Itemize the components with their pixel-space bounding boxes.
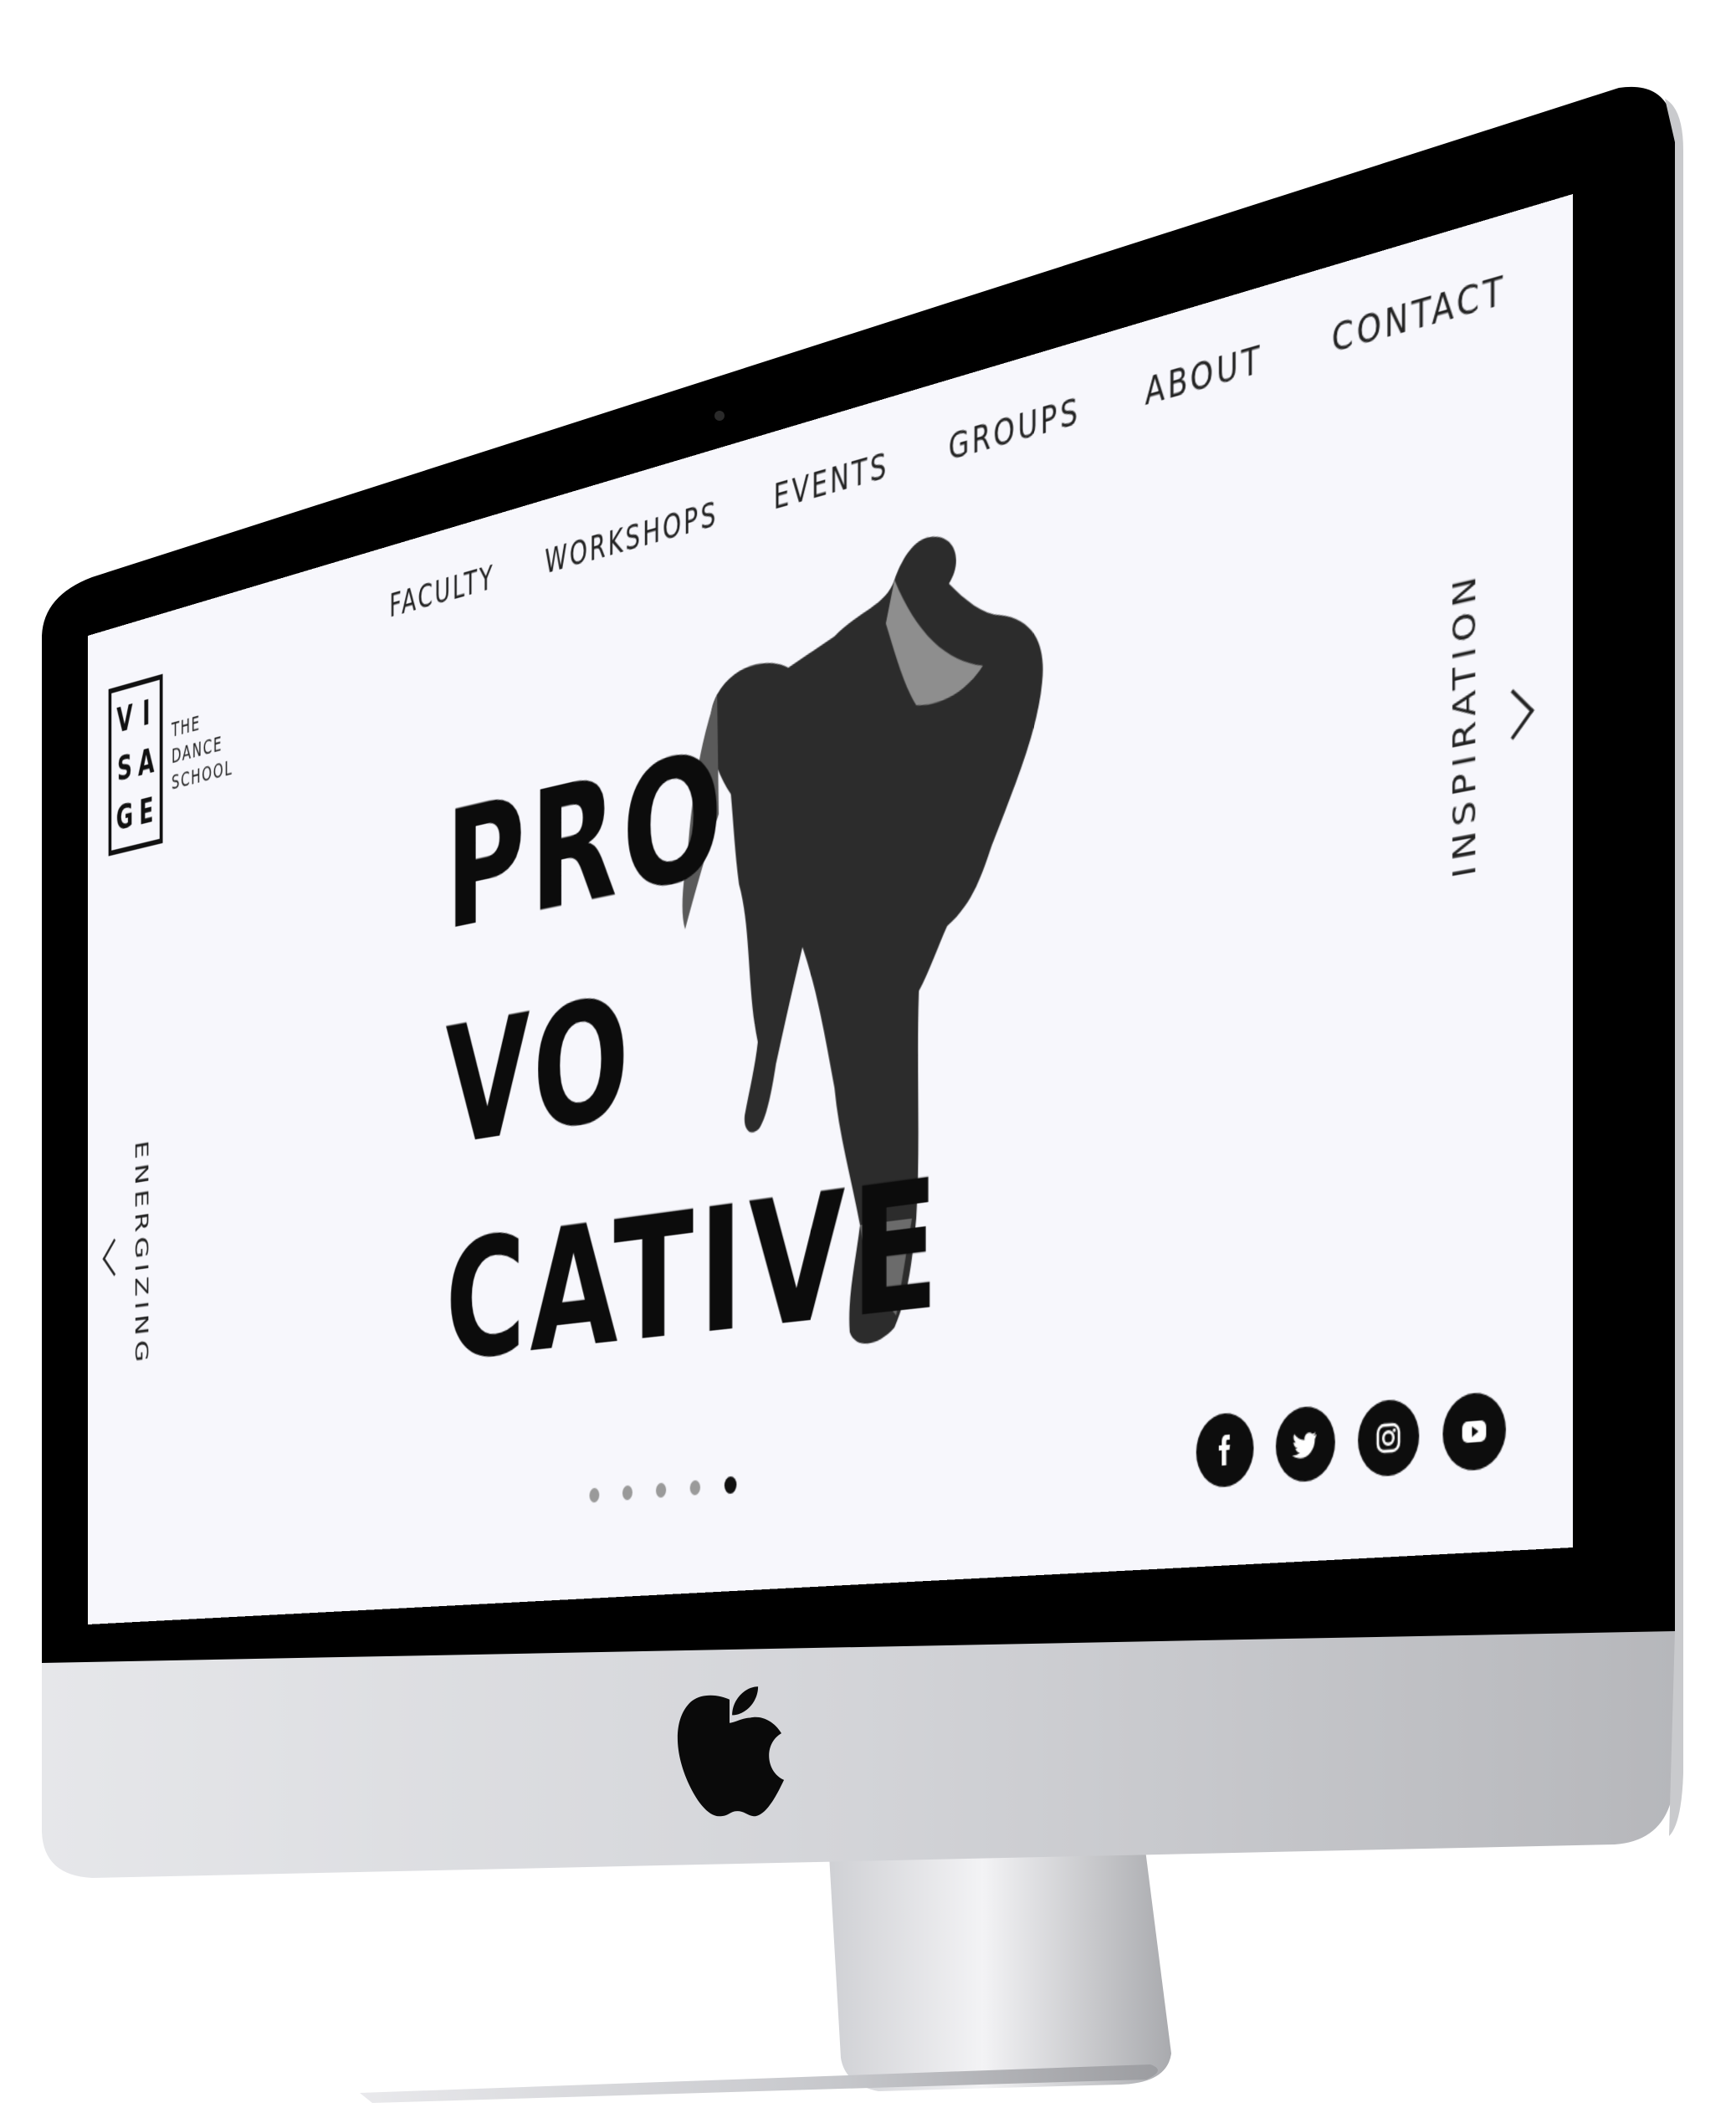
nav-item-groups[interactable]: GROUPS	[949, 390, 1081, 470]
nav-item-events[interactable]: EVENTS	[774, 445, 889, 519]
logo-letter: E	[139, 790, 154, 834]
slider-dot[interactable]	[655, 1482, 667, 1498]
slider-dot[interactable]	[589, 1487, 600, 1503]
nav-item-faculty[interactable]: FACULTY	[389, 558, 494, 626]
site-logo[interactable]: V I S A G E THE DANCE SCHOOL	[108, 654, 233, 857]
logo-subtitle: THE DANCE SCHOOL	[172, 702, 233, 795]
logo-letter: V	[116, 698, 133, 743]
hero-title-line: CATIVE	[445, 1139, 945, 1399]
twitter-icon[interactable]	[1275, 1404, 1335, 1484]
hero-title-line: VO	[445, 959, 634, 1184]
slider-pagination	[589, 1476, 737, 1504]
prev-slide-button[interactable]: ENERGIZING	[102, 1138, 152, 1371]
nav-item-about[interactable]: ABOUT	[1145, 337, 1262, 415]
stand	[828, 1824, 1171, 2091]
logo-letter: I	[142, 693, 151, 735]
slider-dot[interactable]	[689, 1480, 701, 1496]
logo-letter: A	[138, 740, 155, 785]
instagram-icon[interactable]	[1358, 1397, 1420, 1478]
slider-dot[interactable]	[622, 1485, 633, 1501]
logo-monogram: V I S A G E	[108, 673, 163, 857]
next-slide-label: INSPIRATION	[1447, 566, 1483, 881]
next-slide-button[interactable]: INSPIRATION	[1447, 556, 1534, 881]
social-links	[1196, 1390, 1506, 1489]
camera-dot	[714, 411, 725, 421]
chevron-left-icon	[102, 1238, 126, 1277]
facebook-icon[interactable]	[1196, 1410, 1254, 1489]
logo-letter: S	[117, 746, 132, 790]
youtube-icon[interactable]	[1442, 1390, 1506, 1473]
logo-letter: G	[115, 795, 134, 840]
prev-slide-label: ENERGIZING	[131, 1138, 152, 1369]
slider-dot[interactable]	[724, 1476, 737, 1495]
nav-item-contact[interactable]: CONTACT	[1332, 268, 1506, 363]
chevron-right-icon	[1492, 688, 1534, 740]
